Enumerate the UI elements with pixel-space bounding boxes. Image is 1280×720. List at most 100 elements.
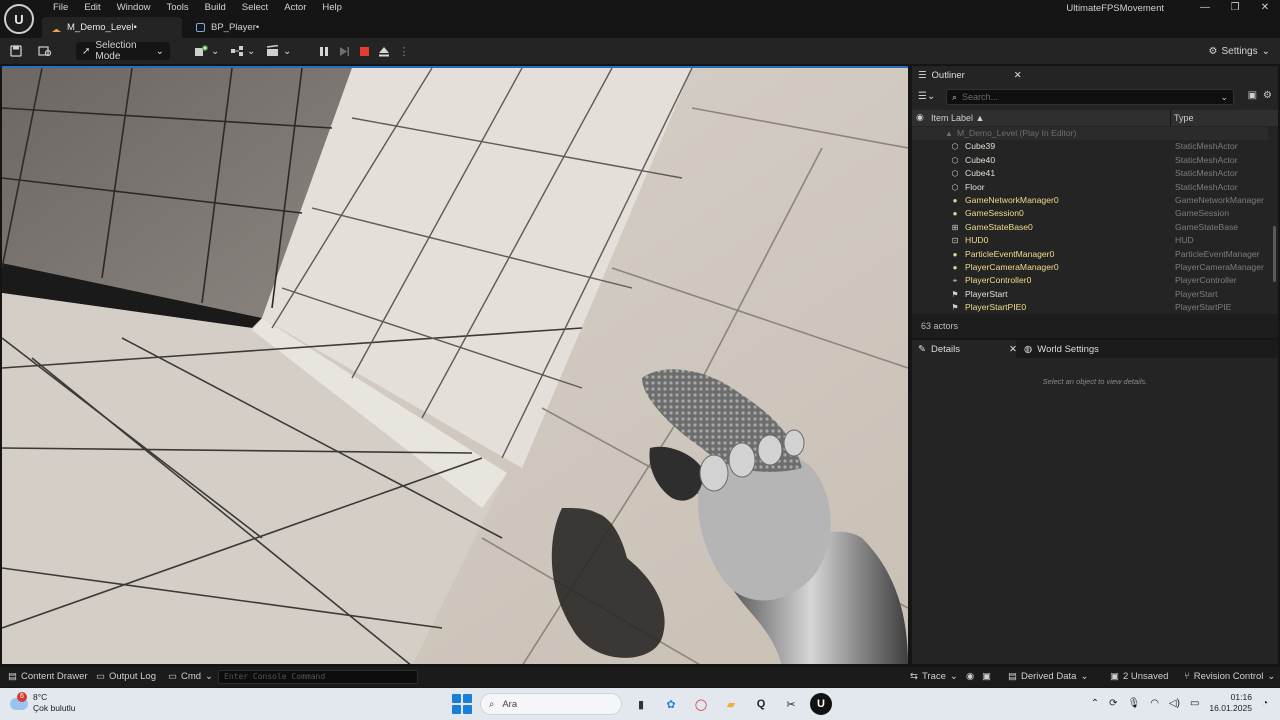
volume-icon[interactable]: ◁) [1169, 698, 1180, 709]
filter-icon[interactable]: ☰⌄ [918, 91, 935, 102]
save-icon[interactable] [10, 42, 22, 60]
outliner-row[interactable]: ⊞ GameStateBase0 GameStateBase [912, 221, 1268, 234]
blueprint-menu-button[interactable]: ⌄ [230, 42, 255, 60]
trace-dropdown[interactable]: ⇆ Trace ⌄ [910, 671, 958, 682]
settings-button[interactable]: ⚙ Settings ⌄ [1209, 42, 1271, 60]
selection-mode-dropdown[interactable]: ➚ Selection Mode ⌄ [76, 40, 170, 62]
camera-icon[interactable]: ▣ [982, 671, 991, 682]
outliner-tab[interactable]: ☰ Outliner ✕ [918, 66, 1022, 84]
minimize-button[interactable]: — [1190, 0, 1220, 16]
outliner-row[interactable]: ● GameNetworkManager0 GameNetworkManager [912, 194, 1268, 207]
column-separator[interactable] [1170, 110, 1171, 126]
menu-build[interactable]: Build [197, 2, 234, 14]
derived-data-label: Derived Data [1020, 671, 1077, 682]
revision-control-dropdown[interactable]: ⑂ Revision Control ⌄ [1184, 671, 1275, 682]
cinematics-button[interactable]: ⌄ [266, 42, 291, 60]
tab-bp-player[interactable]: BP_Player• [186, 17, 306, 38]
copilot-icon[interactable]: ✿ [660, 693, 682, 715]
outliner-row[interactable]: ● GameSession0 GameSession [912, 207, 1268, 220]
add-folder-icon[interactable]: ▣ [1248, 90, 1257, 101]
outliner-row-type: GameSession [1175, 208, 1229, 219]
outliner-icon: ☰ [918, 69, 927, 81]
capcut-icon[interactable]: ✂ [780, 693, 802, 715]
battery-icon[interactable]: ▭ [1190, 698, 1199, 709]
menu-edit[interactable]: Edit [76, 2, 108, 14]
taskbar-search[interactable]: ⌕ Ara [480, 693, 622, 715]
notifications-icon[interactable]: ◔ [1262, 698, 1268, 709]
cmd-dropdown[interactable]: ▭ Cmd ⌄ [168, 671, 213, 682]
search-icon: ⌕ [489, 698, 495, 710]
weather-widget[interactable]: 6 8°C Çok bulutlu [10, 692, 76, 714]
pause-button[interactable] [316, 42, 332, 60]
outliner-row[interactable]: ⬡ Floor StaticMeshActor [912, 181, 1268, 194]
wifi-icon[interactable]: ◠ [1150, 698, 1159, 709]
world-settings-tab[interactable]: ◍ World Settings [1024, 340, 1099, 358]
outliner-scrollbar[interactable] [1273, 226, 1276, 282]
menu-help[interactable]: Help [314, 2, 350, 14]
menu-tools[interactable]: Tools [158, 2, 196, 14]
app-q-icon[interactable]: Q [750, 693, 772, 715]
clock[interactable]: 01:16 16.01.2025 [1209, 692, 1252, 714]
task-view-icon[interactable]: ▮ [630, 693, 652, 715]
controller-icon: ⌖ [952, 276, 958, 286]
tab-label: M_Demo_Level• [67, 22, 137, 33]
menu-window[interactable]: Window [109, 2, 159, 14]
outliner-row[interactable]: ● PlayerCameraManager0 PlayerCameraManager [912, 261, 1268, 274]
browse-icon[interactable] [38, 42, 52, 60]
chevron-up-icon[interactable]: ⌃ [1091, 698, 1099, 709]
output-log-button[interactable]: ▭ Output Log [96, 671, 156, 682]
windows-start-icon[interactable] [452, 694, 472, 714]
advance-frame-button[interactable] [336, 42, 352, 60]
item-label-column[interactable]: Item Label ▲ [931, 113, 984, 123]
outliner-row[interactable]: ⬡ Cube40 StaticMeshActor [912, 154, 1268, 167]
weather-temp: 8°C [33, 692, 48, 702]
level-row[interactable]: ▲ M_Demo_Level (Play In Editor) [912, 127, 1268, 141]
add-actor-button[interactable]: ⌄ [194, 42, 219, 60]
menu-file[interactable]: File [45, 2, 76, 14]
eject-button[interactable] [376, 42, 392, 60]
actor-list: ⬡ Cube39 StaticMeshActor ⬡ Cube40 StaticMeshA… [912, 140, 1268, 314]
outliner-row[interactable]: ⊡ HUD0 HUD [912, 234, 1268, 247]
close-window-button[interactable]: ✕ [1250, 0, 1280, 16]
outliner-row[interactable]: ⚑ PlayerStartPIE0 PlayerStartPIE [912, 301, 1268, 314]
opera-icon[interactable]: ◯ [690, 693, 712, 715]
outliner-row[interactable]: ⌖ PlayerController0 PlayerController [912, 274, 1268, 287]
console-command-input[interactable]: Enter Console Command [218, 670, 418, 684]
globe-icon: ◍ [1024, 343, 1033, 355]
unreal-engine-icon[interactable]: U [810, 693, 832, 715]
outliner-row[interactable]: ⬡ Cube39 StaticMeshActor [912, 140, 1268, 153]
level-viewport[interactable] [2, 66, 908, 664]
outliner-row[interactable]: ⚑ PlayerStart PlayerStart [912, 288, 1268, 301]
menu-actor[interactable]: Actor [276, 2, 314, 14]
sync-icon[interactable]: ⟳ [1109, 698, 1117, 709]
outliner-row-type: HUD [1175, 235, 1194, 246]
maximize-button[interactable]: ❐ [1220, 0, 1250, 16]
stop-button[interactable] [356, 42, 372, 60]
outliner-row-label: GameStateBase0 [965, 221, 1033, 232]
outliner-row[interactable]: ⬡ Cube41 StaticMeshActor [912, 167, 1268, 180]
unsaved-button[interactable]: ▣ 2 Unsaved [1110, 671, 1168, 682]
gear-icon[interactable]: ⚙ [1263, 90, 1272, 101]
content-drawer-button[interactable]: ▤ Content Drawer [8, 671, 88, 682]
microphone-icon[interactable]: 🎙 [1127, 698, 1140, 709]
visibility-icon[interactable]: ◉ [916, 112, 924, 123]
outliner-row[interactable]: ● ParticleEventManager0 ParticleEventManag… [912, 248, 1268, 261]
derived-data-dropdown[interactable]: ▤ Derived Data ⌄ [1008, 671, 1088, 682]
close-icon[interactable]: ✕ [1009, 344, 1017, 355]
outliner-row-type: StaticMeshActor [1175, 141, 1238, 152]
viewport-scene [2, 68, 908, 664]
more-options-icon[interactable]: ⋮ [396, 42, 412, 60]
tab-demo-level[interactable]: M_Demo_Level• [42, 17, 182, 38]
cube-icon: ⬡ [951, 182, 959, 192]
details-tab[interactable]: ✎ Details ✕ [912, 340, 1017, 358]
close-icon[interactable]: ✕ [1014, 70, 1022, 81]
details-empty-message: Select an object to view details. [1042, 377, 1148, 386]
clock-date: 16.01.2025 [1209, 703, 1252, 713]
chevron-down-icon[interactable]: ⌄ [1220, 92, 1228, 103]
unreal-logo-icon[interactable]: U [4, 4, 34, 34]
menu-select[interactable]: Select [234, 2, 276, 14]
record-icon[interactable]: ◉ [966, 671, 974, 682]
file-explorer-icon[interactable]: ▰ [720, 693, 742, 715]
type-column[interactable]: Type [1174, 113, 1194, 123]
outliner-search-input[interactable]: ⌕ Search... ⌄ [946, 89, 1234, 105]
